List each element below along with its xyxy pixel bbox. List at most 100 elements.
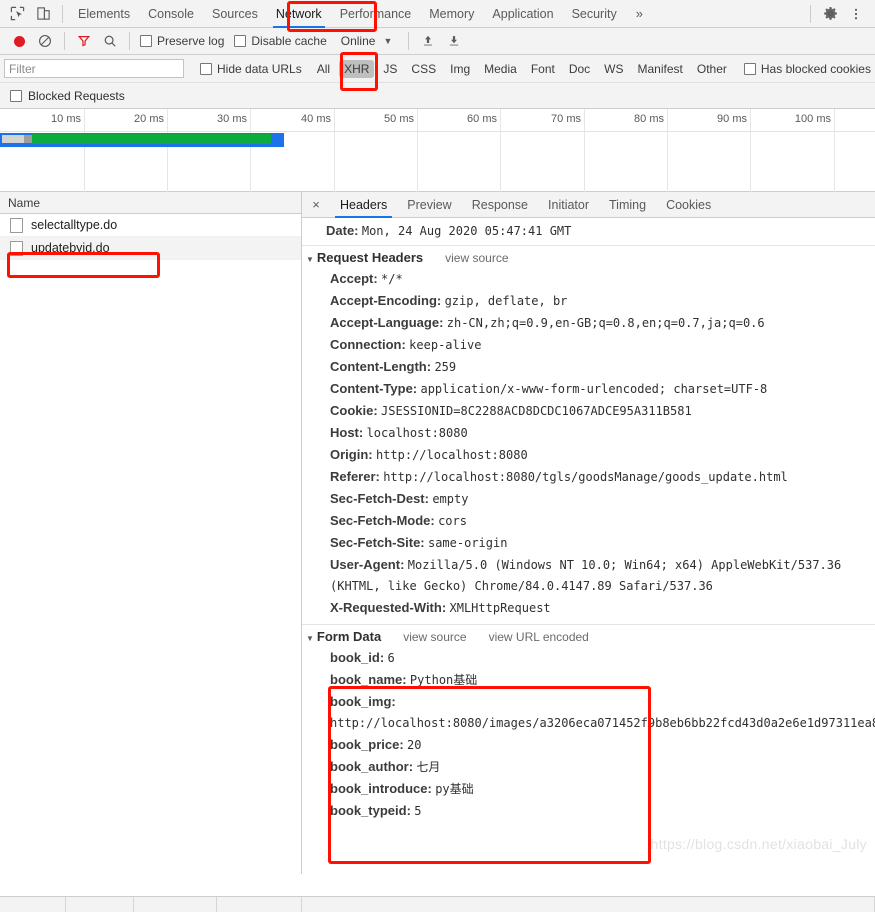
kebab-menu-icon[interactable] xyxy=(843,2,869,26)
header-key: Accept-Language: xyxy=(330,315,444,330)
table-row[interactable]: selectalltype.do xyxy=(0,214,301,237)
filter-type-xhr[interactable]: XHR xyxy=(339,59,375,78)
tab-console-label: Console xyxy=(148,6,194,21)
details-tabstrip: × Headers Preview Response Initiator Tim… xyxy=(302,192,875,218)
filter-type-font[interactable]: Font xyxy=(526,60,560,78)
form-data-title: Form Data xyxy=(316,629,382,644)
device-toolbar-icon[interactable] xyxy=(30,2,56,26)
form-data-key: book_price: xyxy=(330,737,404,752)
filter-funnel-icon[interactable] xyxy=(71,29,97,53)
search-icon[interactable] xyxy=(97,29,123,53)
form-data-line: book_id: 6 xyxy=(302,647,875,669)
header-value: http://localhost:8080/tgls/goodsManage/g… xyxy=(383,470,788,484)
tab-performance-label: Performance xyxy=(339,6,412,21)
overview-bar-queueing xyxy=(2,135,24,143)
header-value: keep-alive xyxy=(409,338,482,352)
inspect-element-icon[interactable] xyxy=(4,2,30,26)
header-key: Content-Length: xyxy=(330,359,432,374)
blocked-requests-box[interactable] xyxy=(10,89,22,102)
tab-initiator[interactable]: Initiator xyxy=(538,192,599,218)
header-key: X-Requested-With: xyxy=(330,600,447,615)
tab-response[interactable]: Response xyxy=(462,192,538,218)
overview-bar-stalled xyxy=(24,135,32,143)
tab-cookies[interactable]: Cookies xyxy=(656,192,721,218)
header-line: Connection: keep-alive xyxy=(302,334,875,356)
form-data-line: book_author: 七月 xyxy=(302,756,875,778)
header-value: cors xyxy=(438,514,467,528)
filter-input[interactable] xyxy=(4,59,184,78)
tab-timing[interactable]: Timing xyxy=(599,192,656,218)
request-headers-title: Request Headers xyxy=(316,250,424,265)
toolbar-divider-1 xyxy=(64,32,65,50)
more-tabs-icon[interactable]: » xyxy=(626,6,653,21)
overview-tick-label: 40 ms xyxy=(301,113,331,125)
record-icon[interactable] xyxy=(6,29,32,53)
view-source-link[interactable]: view source xyxy=(403,630,466,644)
form-data-section-header[interactable]: ▼ Form Data view source view URL encoded xyxy=(302,624,875,647)
has-blocked-cookies-box[interactable] xyxy=(743,62,756,75)
tab-security[interactable]: Security xyxy=(563,0,626,28)
preserve-log-checkbox[interactable]: Preserve log xyxy=(140,34,224,48)
disable-cache-box[interactable] xyxy=(234,35,247,47)
filter-type-other[interactable]: Other xyxy=(692,60,732,78)
filter-type-img[interactable]: Img xyxy=(445,60,475,78)
hide-data-urls-checkbox[interactable]: Hide data URLs xyxy=(200,62,302,76)
header-key: Content-Type: xyxy=(330,381,418,396)
hide-data-urls-box[interactable] xyxy=(200,62,212,75)
gear-icon[interactable] xyxy=(817,2,843,26)
import-har-icon[interactable] xyxy=(415,29,441,53)
chevron-down-icon[interactable]: ▼ xyxy=(306,634,314,643)
tab-application-label: Application xyxy=(492,6,554,21)
filter-type-manifest[interactable]: Manifest xyxy=(633,60,688,78)
chevron-down-icon[interactable]: ▼ xyxy=(381,36,402,46)
header-value: application/x-www-form-urlencoded; chars… xyxy=(420,382,768,396)
network-toolbar: Preserve log Disable cache Online ▼ xyxy=(0,28,875,55)
header-value: XMLHttpRequest xyxy=(449,601,551,615)
request-headers-section-header[interactable]: ▼ Request Headers view source xyxy=(302,245,875,268)
header-key: Referer: xyxy=(330,469,380,484)
view-url-encoded-link[interactable]: view URL encoded xyxy=(489,630,589,644)
header-key: Sec-Fetch-Mode: xyxy=(330,513,435,528)
filter-type-css[interactable]: CSS xyxy=(406,60,441,78)
view-source-link[interactable]: view source xyxy=(445,251,508,265)
header-line: Host: localhost:8080 xyxy=(302,422,875,444)
header-line: X-Requested-With: XMLHttpRequest xyxy=(302,597,875,619)
throttle-select[interactable]: Online xyxy=(335,34,382,48)
header-line: Accept-Language: zh-CN,zh;q=0.9,en-GB;q=… xyxy=(302,312,875,334)
header-line: Accept-Encoding: gzip, deflate, br xyxy=(302,290,875,312)
table-row[interactable]: updatebyid.do xyxy=(0,237,301,260)
tab-console[interactable]: Console xyxy=(139,0,203,28)
filter-type-media[interactable]: Media xyxy=(479,60,522,78)
devtools-window: Elements Console Sources Network Perform… xyxy=(0,0,875,912)
filter-type-all[interactable]: All xyxy=(312,60,335,78)
clear-icon[interactable] xyxy=(32,29,58,53)
form-data-line: book_name: Python基础 xyxy=(302,669,875,691)
watermark: https://blog.csdn.net/xiaobai_July xyxy=(650,836,867,852)
tab-application[interactable]: Application xyxy=(483,0,562,28)
filter-type-js[interactable]: JS xyxy=(378,60,402,78)
headers-scroll-area[interactable]: Date: Mon, 24 Aug 2020 05:47:41 GMT ▼ Req… xyxy=(302,218,875,874)
form-data-key: book_name: xyxy=(330,672,407,687)
file-icon xyxy=(10,240,23,256)
filter-type-ws[interactable]: WS xyxy=(599,60,628,78)
tab-elements[interactable]: Elements xyxy=(69,0,139,28)
tab-preview[interactable]: Preview xyxy=(397,192,461,218)
header-key: Accept-Encoding: xyxy=(330,293,442,308)
tab-network[interactable]: Network xyxy=(267,0,331,28)
tab-sources[interactable]: Sources xyxy=(203,0,267,28)
tab-security-label: Security xyxy=(571,6,617,21)
close-icon[interactable]: × xyxy=(302,197,330,212)
header-value: gzip, deflate, br xyxy=(444,294,568,308)
disable-cache-checkbox[interactable]: Disable cache xyxy=(234,34,327,48)
tab-headers[interactable]: Headers xyxy=(330,192,397,218)
form-data-line: book_price: 20 xyxy=(302,734,875,756)
tab-memory[interactable]: Memory xyxy=(420,0,483,28)
header-line: Sec-Fetch-Dest: empty xyxy=(302,488,875,510)
network-overview[interactable]: 10 ms 20 ms 30 ms 40 ms 50 ms 60 ms 70 m… xyxy=(0,109,875,192)
chevron-down-icon[interactable]: ▼ xyxy=(306,255,314,264)
has-blocked-cookies-checkbox[interactable]: Has blocked cookies xyxy=(743,62,871,76)
tab-performance[interactable]: Performance xyxy=(331,0,421,28)
filter-type-doc[interactable]: Doc xyxy=(564,60,595,78)
export-har-icon[interactable] xyxy=(441,29,467,53)
preserve-log-box[interactable] xyxy=(140,35,152,47)
